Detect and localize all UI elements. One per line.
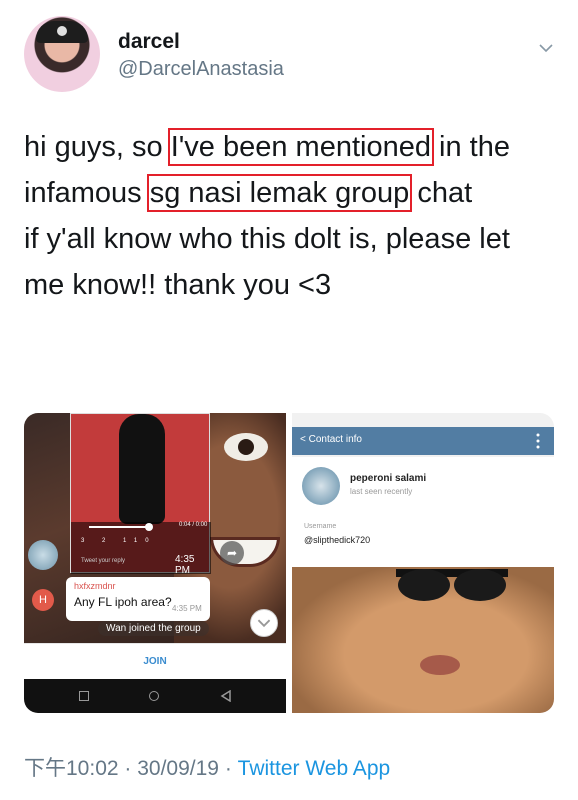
last-seen: last seen recently	[350, 487, 413, 496]
contact-info-header: < Contact info	[292, 427, 554, 455]
tweet-time[interactable]: 下午10:02	[24, 757, 119, 780]
sunglasses-photo	[396, 569, 508, 601]
tweet-date[interactable]: 30/09/19	[137, 757, 219, 780]
message-body: Any FL ipoh area?	[74, 595, 172, 609]
display-name[interactable]: darcel	[118, 30, 180, 54]
tweet-header: darcel @DarcelAnastasia	[24, 14, 560, 98]
home-icon	[149, 691, 159, 701]
message-time: 4:35 PM	[172, 604, 202, 613]
chevron-down-icon[interactable]	[538, 40, 554, 56]
avatar[interactable]	[24, 16, 100, 92]
join-label: JOIN	[143, 656, 167, 667]
highlighted-phrase: I've been mentioned	[167, 128, 434, 166]
contact-name: peperoni salami	[350, 473, 427, 484]
tweet-line-3: if y'all know who this dolt is, please l…	[24, 223, 510, 255]
contact-card: peperoni salami last seen recently Usern…	[292, 457, 554, 561]
highlighted-phrase: sg nasi lemak group	[146, 174, 413, 212]
scroll-down-icon	[250, 609, 278, 637]
video-timestamp: 4:35 PM	[175, 554, 195, 576]
video-stats: 3 2 110	[81, 538, 157, 544]
video-duration: 0:04 / 0:00	[179, 522, 208, 528]
reply-hint: Tweet your reply	[81, 558, 126, 564]
join-bar: JOIN	[24, 643, 286, 679]
source-app-link[interactable]: Twitter Web App	[238, 757, 391, 780]
sender-avatar: H	[32, 589, 54, 611]
more-icon	[536, 433, 540, 449]
media-image-top-right[interactable]: < Contact info peperoni salami last seen…	[292, 413, 554, 561]
tweet-metadata: 下午10:02 · 30/09/19 · Twitter Web App	[24, 757, 391, 780]
username-label: Username	[304, 523, 337, 530]
contact-avatar	[302, 467, 340, 505]
media-image-bottom-right[interactable]	[292, 567, 554, 713]
tweet-line-4: me know!! thank you <3	[24, 269, 332, 301]
message-sender: hxfxzmdnr	[74, 581, 116, 591]
media-image-left[interactable]: 0:04 / 0:00 3 2 110 Tweet your reply 4:3…	[24, 413, 286, 713]
chat-message: hxfxzmdnr Any FL ipoh area? 4:35 PM	[66, 577, 210, 621]
share-icon: ➦	[220, 541, 244, 565]
tweet-line-2: infamous sg nasi lemak group chat	[24, 174, 473, 212]
recents-icon	[79, 691, 89, 701]
tweet-text: hi guys, so I've been mentioned in the i…	[24, 124, 560, 308]
back-icon	[220, 690, 231, 702]
tweet-media[interactable]: 0:04 / 0:00 3 2 110 Tweet your reply 4:3…	[24, 413, 554, 713]
video-embed[interactable]: 0:04 / 0:00 3 2 110 Tweet your reply 4:3…	[70, 413, 211, 576]
tweet-line-1: hi guys, so I've been mentioned in the	[24, 128, 510, 166]
contact-info-back: < Contact info	[300, 434, 362, 445]
username-value: @slipthedick720	[304, 535, 371, 545]
user-handle[interactable]: @DarcelAnastasia	[118, 58, 284, 81]
group-avatar	[28, 540, 58, 570]
system-message: Wan joined the group	[98, 621, 209, 636]
android-nav-bar	[24, 679, 286, 713]
